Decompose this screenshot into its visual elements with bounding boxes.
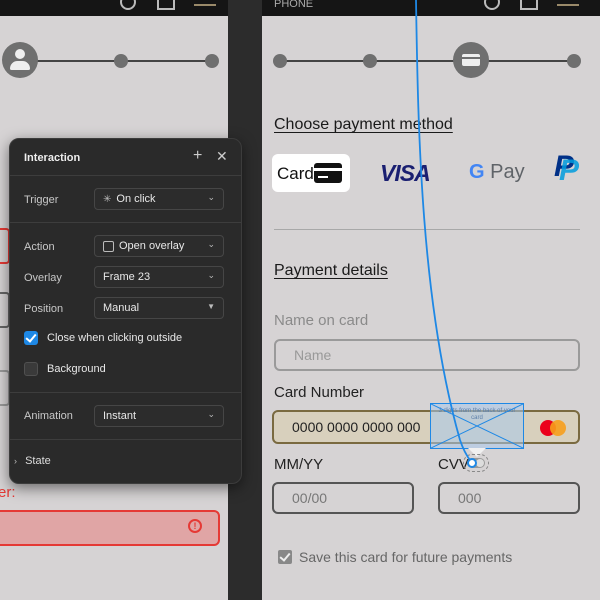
expiry-label: MM/YY [274, 456, 324, 473]
divider [10, 392, 241, 393]
overlay-icon [103, 240, 114, 252]
tap-icon: ✳ [103, 193, 112, 205]
tooltip-placeholder-cross [431, 404, 523, 448]
step-dot [114, 54, 128, 68]
cvv-placeholder: 000 [458, 490, 482, 506]
step-dot [205, 54, 219, 68]
chevron-right-icon: › [14, 456, 17, 466]
paypal-option[interactable]: P P [554, 152, 580, 186]
trigger-label: Trigger [24, 194, 59, 206]
card-option-label: Card [277, 164, 314, 183]
progress-line [280, 60, 576, 62]
payment-step-icon [453, 42, 489, 78]
background-checkbox[interactable] [24, 362, 38, 376]
choose-payment-title: Choose payment method [274, 116, 453, 133]
window-icon [520, 0, 538, 10]
expiry-input[interactable]: 00/00 [272, 482, 414, 514]
position-label: Position [24, 303, 64, 315]
action-value: Open overlay [119, 240, 185, 252]
chevron-down-icon: ⌄ [207, 270, 215, 280]
chevron-down-icon: ▼ [207, 302, 215, 311]
user-step-icon [2, 42, 38, 78]
right-frame: PHONE Choose payment method Card VISA G … [262, 0, 600, 600]
divider [274, 229, 580, 230]
error-label: er: [0, 484, 16, 501]
menu-icon [557, 4, 579, 6]
chevron-down-icon: ⌄ [207, 409, 215, 419]
save-card-label: Save this card for future payments [299, 549, 513, 565]
menu-icon [194, 4, 216, 6]
frame-label: PHONE [274, 0, 314, 10]
animation-select[interactable]: Instant ⌄ [94, 405, 224, 427]
step-dot [273, 54, 287, 68]
card-number-value: 0000 0000 0000 000 [292, 419, 421, 435]
state-label: State [25, 455, 51, 467]
position-select[interactable]: Manual ▼ [94, 297, 224, 319]
name-on-card-input[interactable]: Name [274, 339, 580, 371]
trigger-value: On click [116, 193, 156, 205]
trigger-select[interactable]: ✳ On click ⌄ [94, 188, 224, 210]
step-dot [567, 54, 581, 68]
cvv-tooltip[interactable]: 3 digits from the back of your card [430, 403, 524, 449]
mastercard-icon [540, 420, 566, 436]
name-placeholder: Name [294, 347, 332, 363]
divider [10, 439, 241, 440]
interaction-panel: Interaction + ✕ Trigger ✳ On click ⌄ Act… [9, 138, 242, 484]
gpay-label: Pay [490, 161, 525, 183]
credit-card-icon [314, 163, 342, 183]
check-icon [279, 550, 291, 562]
add-icon[interactable]: + [193, 147, 202, 165]
overlay-value: Frame 23 [103, 271, 151, 283]
close-icon[interactable]: ✕ [216, 148, 228, 165]
close-outside-checkbox[interactable] [24, 331, 38, 345]
cvv-help-toggle[interactable] [463, 454, 489, 472]
error-input[interactable]: ! [0, 510, 220, 546]
action-select[interactable]: Open overlay ⌄ [94, 235, 224, 257]
divider [10, 222, 241, 223]
tooltip-pointer [468, 448, 486, 457]
cvv-input[interactable]: 000 [438, 482, 580, 514]
window-icon [157, 0, 175, 10]
background-label: Background [47, 363, 106, 375]
overlay-select[interactable]: Frame 23 ⌄ [94, 266, 224, 288]
close-outside-label: Close when clicking outside [47, 332, 183, 344]
payment-details-title: Payment details [274, 262, 388, 279]
check-icon [25, 331, 37, 343]
state-section[interactable]: › State [14, 455, 51, 467]
gpay-option[interactable]: G Pay [469, 161, 525, 184]
card-number-label: Card Number [274, 384, 365, 401]
step-dot [363, 54, 377, 68]
cvv-label: CVV [438, 456, 469, 473]
visa-option[interactable]: VISA [380, 160, 431, 187]
alert-circle-icon: ! [188, 519, 202, 533]
google-g-icon: G [469, 161, 485, 183]
position-value: Manual [103, 302, 140, 314]
action-label: Action [24, 241, 55, 253]
chevron-down-icon: ⌄ [207, 239, 215, 249]
divider [10, 175, 241, 176]
panel-title: Interaction [24, 152, 81, 164]
animation-label: Animation [24, 410, 73, 422]
name-on-card-label: Name on card [274, 312, 369, 329]
card-option[interactable]: Card [272, 154, 350, 192]
save-card-checkbox[interactable] [278, 550, 292, 564]
left-topbar [0, 0, 228, 16]
chevron-down-icon: ⌄ [207, 192, 215, 202]
card-number-input[interactable]: 0000 0000 0000 000 [272, 410, 580, 444]
overlay-label: Overlay [24, 272, 62, 284]
expiry-placeholder: 00/00 [292, 490, 328, 506]
animation-value: Instant [103, 410, 137, 422]
